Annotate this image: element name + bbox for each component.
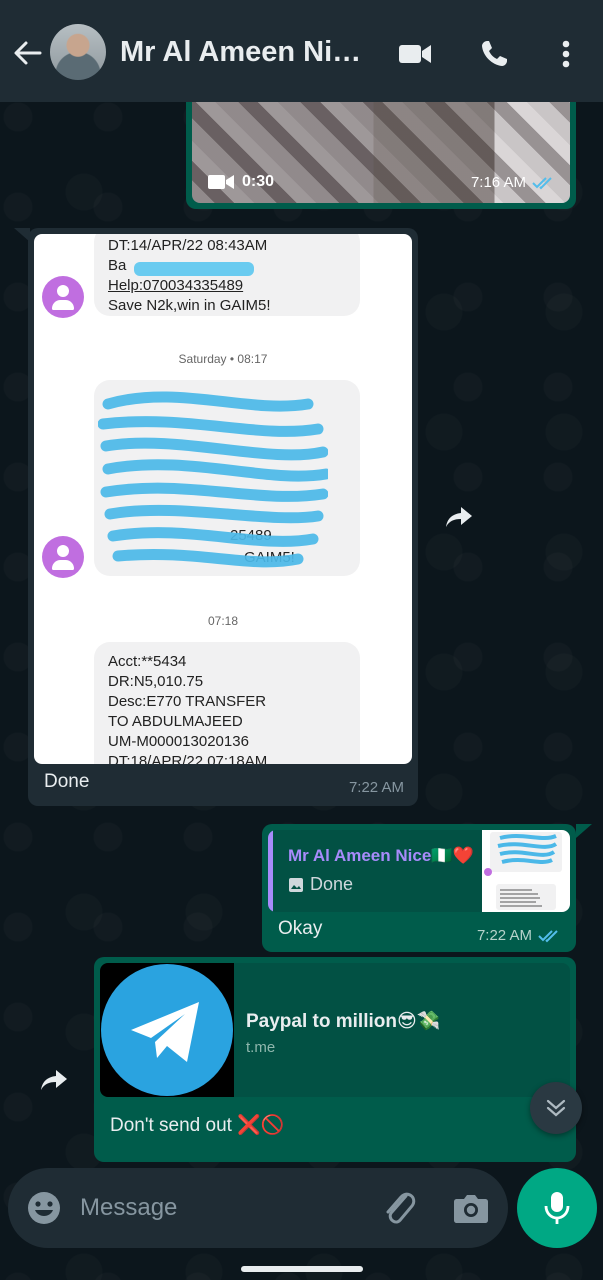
video-timestamp: 7:16 AM xyxy=(471,174,556,191)
sms-line: Help:070034335489 xyxy=(108,277,244,294)
sms-date-separator: Saturday • 08:17 xyxy=(178,352,268,366)
quoted-text: Done xyxy=(310,874,354,894)
sms-line: DR:N5,010.75 xyxy=(108,673,204,690)
link-preview-card[interactable]: Paypal to million😎💸 t.me xyxy=(100,963,570,1097)
message-time-text: 7:22 AM xyxy=(476,927,532,944)
back-arrow-icon[interactable] xyxy=(12,38,42,68)
sms-line: UM-M000013020136 xyxy=(108,733,249,750)
reply-text: Okay xyxy=(278,918,323,939)
incoming-link-message[interactable]: Paypal to million😎💸 t.me Don't send out … xyxy=(94,957,576,1162)
sms-screenshot-image[interactable]: DT:14/APR/22 08:43AM Ba Help:07003433548… xyxy=(34,234,412,764)
scroll-to-bottom-button[interactable] xyxy=(530,1082,582,1134)
read-ticks-icon xyxy=(538,929,558,942)
chat-header: Mr Al Ameen Nic… xyxy=(0,0,603,102)
sms-date-separator: 07:18 xyxy=(207,614,239,628)
video-message[interactable]: 0:30 7:16 AM xyxy=(186,96,576,209)
camera-icon[interactable] xyxy=(452,1190,490,1226)
link-caption: Don't send out ❌🚫 xyxy=(110,1115,285,1136)
message-timestamp: 7:22 AM xyxy=(348,779,404,796)
link-domain: t.me xyxy=(246,1039,276,1056)
message-timestamp: 7:22 AM xyxy=(477,927,562,944)
read-ticks-icon xyxy=(532,176,552,189)
forward-button[interactable] xyxy=(36,1062,72,1098)
sms-line: Desc:E770 TRANSFER xyxy=(108,693,267,710)
sms-line: TO ABDULMAJEED xyxy=(108,713,243,730)
video-duration: 0:30 xyxy=(208,173,274,191)
message-input[interactable]: Message xyxy=(80,1194,177,1222)
phone-icon[interactable] xyxy=(478,38,512,70)
sms-bubble-3: Acct:**5434 DR:N5,010.75 Desc:E770 TRANS… xyxy=(94,642,360,764)
telegram-logo-icon xyxy=(101,964,233,1096)
forward-icon xyxy=(446,507,472,527)
video-thumbnail[interactable]: 0:30 7:16 AM xyxy=(192,96,570,203)
video-duration-text: 0:30 xyxy=(242,173,275,190)
quoted-message[interactable]: Mr Al Ameen Nice🇳🇬❤️ Done xyxy=(268,830,570,912)
video-time-text: 7:16 AM xyxy=(470,174,526,191)
message-composer: Message xyxy=(8,1168,508,1248)
image-caption: Done xyxy=(44,771,90,792)
video-call-icon[interactable] xyxy=(398,38,432,70)
sms-line: Save N2k,win in GAIM5! xyxy=(108,297,271,314)
forward-icon xyxy=(41,1070,67,1090)
outgoing-bubble-tail xyxy=(576,824,592,838)
redaction-mark xyxy=(134,262,254,276)
outgoing-reply-message[interactable]: Mr Al Ameen Nice🇳🇬❤️ Done Okay 7:22 AM xyxy=(262,824,576,952)
voice-message-button[interactable] xyxy=(517,1168,597,1248)
image-icon xyxy=(289,877,303,892)
home-indicator xyxy=(241,1266,363,1272)
more-vert-icon[interactable] xyxy=(552,38,580,70)
sms-line: DT:18/APR/22 07:18AM xyxy=(108,753,268,764)
quote-accent-bar xyxy=(268,830,273,912)
incoming-image-message[interactable]: DT:14/APR/22 08:43AM Ba Help:07003433548… xyxy=(28,228,418,806)
sms-line: DT:14/APR/22 08:43AM xyxy=(108,237,268,254)
thumbnail-preview xyxy=(484,832,562,910)
microphone-icon xyxy=(544,1192,570,1224)
sms-line: Acct:**5434 xyxy=(108,653,187,670)
attach-icon[interactable] xyxy=(380,1188,418,1228)
sms-sender-avatar xyxy=(42,276,84,318)
emoji-icon[interactable] xyxy=(26,1190,62,1226)
telegram-logo-box xyxy=(100,963,234,1097)
quoted-sender-name: Mr Al Ameen Nice🇳🇬❤️ xyxy=(288,846,474,865)
forward-button[interactable] xyxy=(441,499,477,535)
quoted-text-row: Done xyxy=(288,874,353,895)
video-camera-icon xyxy=(208,175,234,189)
redaction-scribble xyxy=(98,391,328,568)
link-title: Paypal to million😎💸 xyxy=(246,1011,441,1032)
contact-avatar[interactable] xyxy=(50,24,106,80)
quoted-image-thumbnail xyxy=(482,830,570,912)
contact-name[interactable]: Mr Al Ameen Nic… xyxy=(120,36,375,69)
sms-sender-avatar xyxy=(42,536,84,578)
double-chevron-down-icon xyxy=(546,1099,566,1117)
